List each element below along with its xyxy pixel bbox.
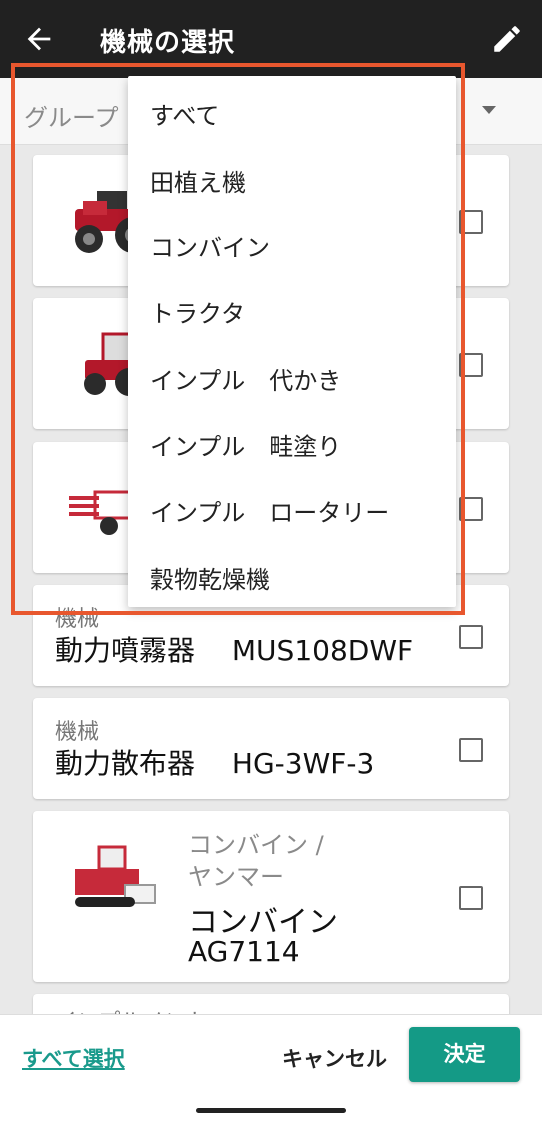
checkbox-icon[interactable] bbox=[459, 625, 483, 649]
item-category: コンバイン / bbox=[188, 831, 324, 859]
dropdown-option-grain-dryer[interactable]: 穀物乾燥機 bbox=[150, 560, 270, 595]
item-model: AG7114 bbox=[188, 935, 300, 968]
checkbox-icon[interactable] bbox=[459, 210, 483, 234]
group-dropdown-menu: すべて 田植え機 コンバイン トラクタ インプル 代かき インプル 畦塗り イン… bbox=[128, 76, 456, 607]
group-filter-label: グループ bbox=[24, 104, 119, 132]
checkbox-icon[interactable] bbox=[459, 886, 483, 910]
checkbox-icon[interactable] bbox=[459, 353, 483, 377]
dropdown-option-tractor[interactable]: トラクタ bbox=[150, 294, 245, 329]
select-all-link[interactable]: すべて選択 bbox=[22, 1043, 125, 1073]
home-indicator bbox=[196, 1108, 346, 1113]
bottom-action-bar: すべて選択 キャンセル 決定 bbox=[0, 1014, 542, 1126]
list-item[interactable]: コンバイン / ヤンマー コンバイン AG7114 bbox=[33, 811, 509, 982]
dropdown-option-implement-puddling[interactable]: インプル 代かき bbox=[150, 361, 341, 396]
combine-image bbox=[75, 845, 156, 907]
page-title: 機械の選択 bbox=[100, 28, 236, 58]
checkbox-icon[interactable] bbox=[459, 738, 483, 762]
dropdown-option-implement-rotary[interactable]: インプル ロータリー bbox=[150, 493, 389, 528]
item-name: 動力散布器 HG-3WF-3 bbox=[55, 747, 375, 780]
dropdown-option-combine[interactable]: コンバイン bbox=[150, 228, 270, 263]
arrow-left-icon[interactable] bbox=[22, 22, 56, 56]
dropdown-option-all[interactable]: すべて bbox=[150, 96, 219, 131]
item-name: 動力噴霧器 MUS108DWF bbox=[55, 634, 414, 667]
app-bar: 機械の選択 bbox=[0, 0, 542, 78]
list-item[interactable]: 機械 動力散布器 HG-3WF-3 bbox=[33, 698, 509, 799]
item-maker: ヤンマー bbox=[188, 863, 284, 891]
dropdown-option-implement-ridge[interactable]: インプル 畦塗り bbox=[150, 427, 341, 462]
confirm-button[interactable]: 決定 bbox=[409, 1027, 520, 1082]
checkbox-icon[interactable] bbox=[459, 497, 483, 521]
caret-down-icon[interactable] bbox=[482, 106, 496, 114]
cancel-button[interactable]: キャンセル bbox=[282, 1043, 387, 1073]
dropdown-option-rice-transplanter[interactable]: 田植え機 bbox=[150, 163, 246, 198]
pencil-icon[interactable] bbox=[490, 22, 524, 56]
